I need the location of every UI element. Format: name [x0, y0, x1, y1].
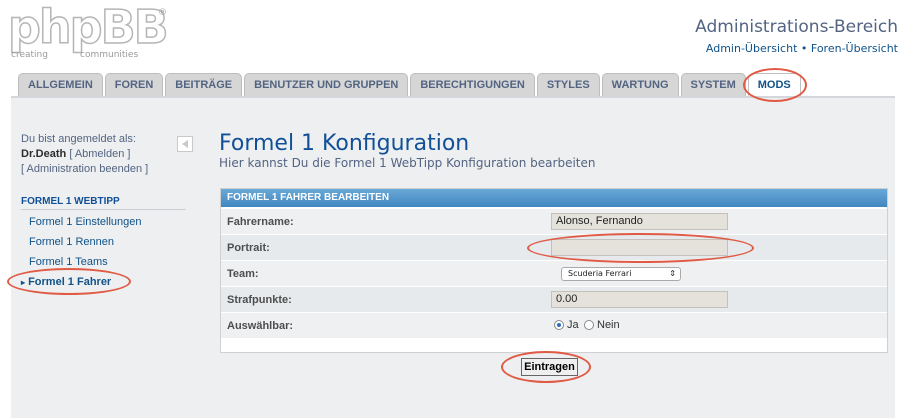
- tab-allgemein[interactable]: ALLGEMEIN: [18, 73, 103, 97]
- row-auswaehlbar: Auswählbar: Ja Nein: [221, 313, 887, 339]
- tab-berechtigungen[interactable]: BERECHTIGUNGEN: [410, 73, 535, 97]
- end-admin-link[interactable]: [ Administration beenden ]: [21, 162, 148, 177]
- sidebar-item-rennen[interactable]: Formel 1 Rennen: [29, 236, 114, 248]
- admin-overview-link[interactable]: Admin-Übersicht: [706, 42, 797, 55]
- page-title: Formel 1 Konfiguration: [219, 131, 470, 156]
- row-fahrername: Fahrername: Alonso, Fernando: [221, 209, 887, 235]
- auswaehlbar-label: Auswählbar:: [227, 320, 294, 332]
- team-label: Team:: [227, 268, 259, 280]
- collapse-sidebar-icon[interactable]: [177, 136, 193, 152]
- admin-area-title: Administrations-Bereich: [695, 17, 898, 37]
- fahrername-input[interactable]: Alonso, Fernando: [551, 213, 728, 230]
- logged-in-label: Du bist angemeldet als:: [21, 133, 136, 145]
- phpbb-logo: phpBB ® creating communities: [7, 2, 169, 63]
- username: Dr.Death: [21, 148, 67, 160]
- portrait-label: Portrait:: [227, 242, 270, 254]
- main-panel: Du bist angemeldet als: Dr.Death [ Abmel…: [11, 96, 895, 418]
- logo-registered-mark: ®: [158, 8, 167, 18]
- radio-ja-label: Ja: [567, 319, 579, 331]
- page-description: Hier kannst Du die Formel 1 WebTipp Konf…: [219, 156, 596, 170]
- radio-nein[interactable]: [584, 320, 594, 330]
- form-heading: FORMEL 1 FAHRER BEARBEITEN: [221, 189, 887, 207]
- row-portrait: Portrait:: [221, 235, 887, 261]
- sidebar-item-fahrer-label: Formel 1 Fahrer: [28, 276, 112, 288]
- sidebar-item-fahrer[interactable]: ▸ Formel 1 Fahrer: [21, 276, 111, 288]
- admin-header-links: Admin-Übersicht • Foren-Übersicht: [706, 42, 898, 55]
- main-tabs: ALLGEMEIN FOREN BEITRÄGE BENUTZER UND GR…: [18, 73, 801, 97]
- tab-beitraege[interactable]: BEITRÄGE: [165, 73, 243, 97]
- tab-benutzer-und-gruppen[interactable]: BENUTZER UND GRUPPEN: [244, 73, 409, 97]
- forum-overview-link[interactable]: Foren-Übersicht: [811, 42, 898, 55]
- radio-nein-label: Nein: [597, 319, 620, 331]
- sidebar-menu-heading: FORMEL 1 WEBTIPP: [21, 196, 186, 210]
- logo-tagline-right: communities: [80, 50, 139, 60]
- strafpunkte-input[interactable]: 0.00: [551, 291, 728, 308]
- submit-button[interactable]: Eintragen: [521, 358, 578, 376]
- logged-in-info: Du bist angemeldet als: Dr.Death [ Abmel…: [21, 132, 148, 177]
- team-select[interactable]: Scuderia Ferrari: [561, 267, 681, 281]
- active-item-arrow-icon: ▸: [21, 278, 26, 287]
- portrait-input[interactable]: [551, 239, 728, 256]
- tab-mods[interactable]: MODS: [747, 73, 801, 97]
- link-separator: •: [800, 42, 808, 55]
- sidebar-item-teams[interactable]: Formel 1 Teams: [29, 256, 108, 268]
- logo-tagline-left: creating: [11, 50, 48, 60]
- logout-link[interactable]: [ Abmelden ]: [69, 148, 130, 160]
- fahrername-label: Fahrername:: [227, 216, 294, 228]
- radio-ja[interactable]: [554, 320, 564, 330]
- driver-edit-form: FORMEL 1 FAHRER BEARBEITEN Fahrername: A…: [220, 188, 888, 353]
- tab-styles[interactable]: STYLES: [536, 73, 600, 97]
- row-team: Team: Scuderia Ferrari: [221, 261, 887, 287]
- strafpunkte-label: Strafpunkte:: [227, 294, 292, 306]
- logo-wordmark: phpBB: [7, 0, 169, 54]
- tab-system[interactable]: SYSTEM: [680, 73, 746, 97]
- sidebar-item-einstellungen[interactable]: Formel 1 Einstellungen: [29, 216, 142, 228]
- tab-wartung[interactable]: WARTUNG: [601, 73, 679, 97]
- row-strafpunkte: Strafpunkte: 0.00: [221, 287, 887, 313]
- tab-foren[interactable]: FOREN: [104, 73, 164, 97]
